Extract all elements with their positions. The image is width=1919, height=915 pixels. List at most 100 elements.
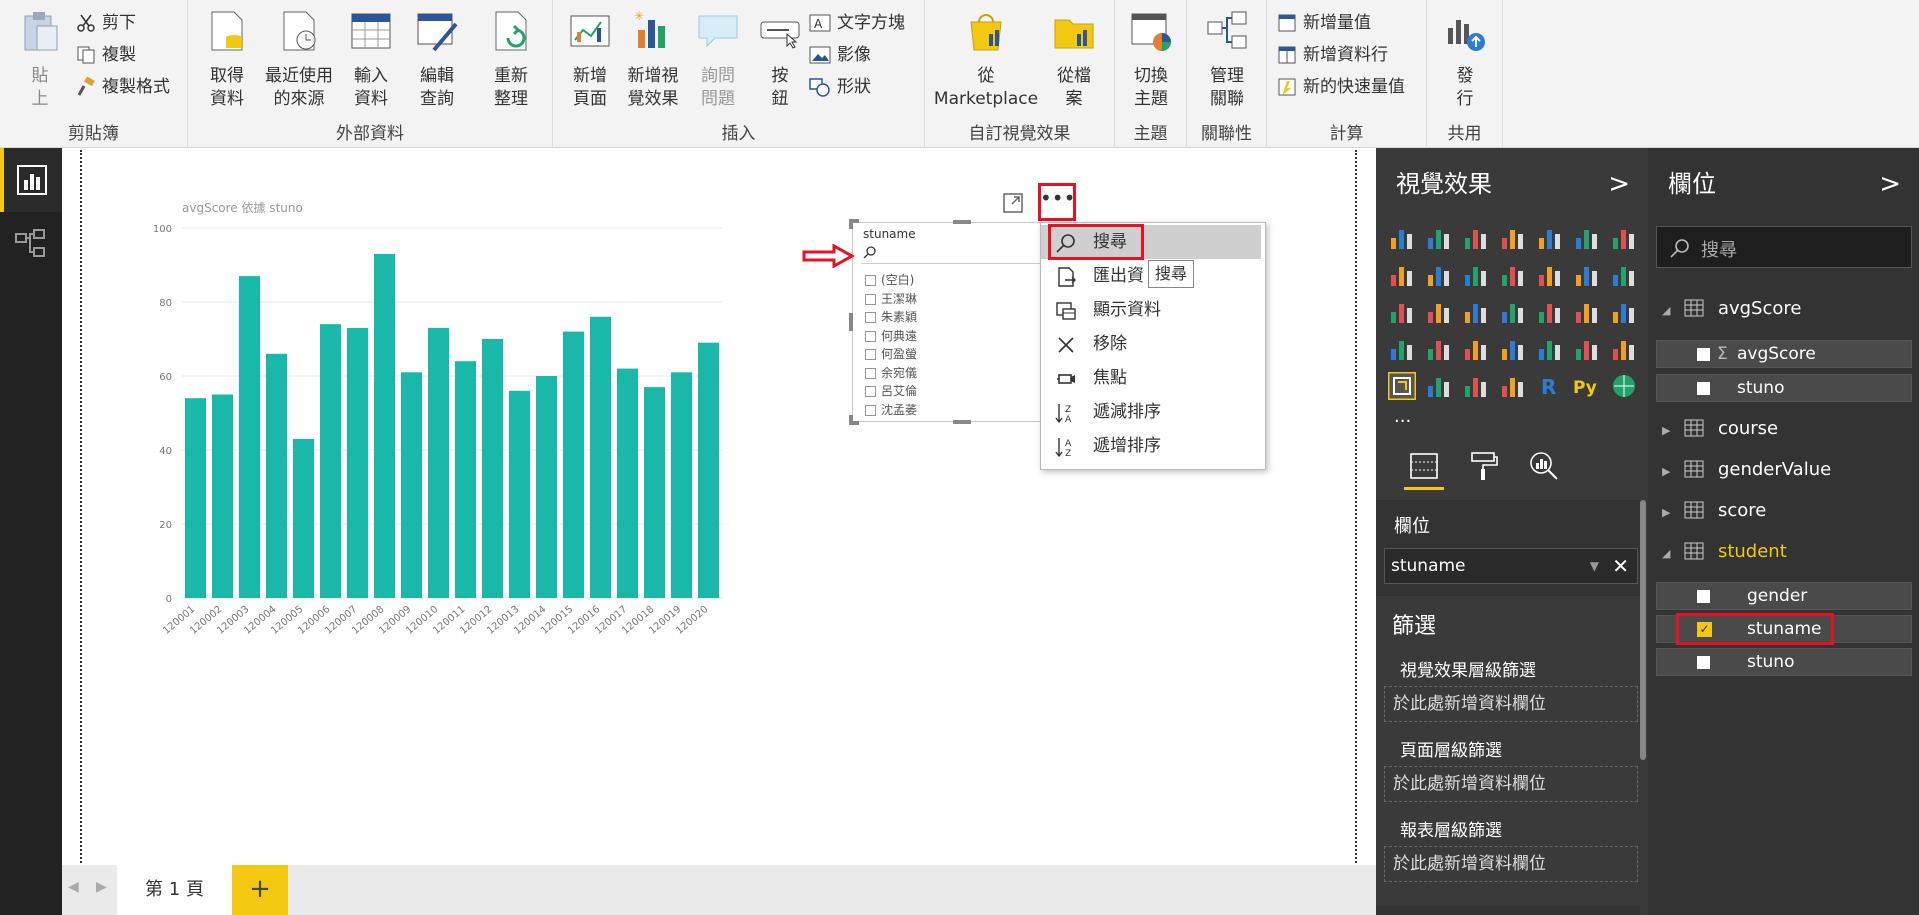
visual-type-icon[interactable] bbox=[1499, 335, 1527, 363]
visual-type-icon[interactable] bbox=[1610, 335, 1638, 363]
slicer-visual[interactable]: stuname (空白) 王潔琳 朱素穎 何典遠 何盈螢 余宛儀 呂艾倫 沈孟萎 bbox=[849, 219, 1052, 425]
new-visual-button[interactable]: ✳ 新增視 覺效果 bbox=[619, 8, 687, 111]
slicer-resize-handle-corner-tl[interactable] bbox=[849, 219, 859, 229]
table-course[interactable]: ▶ course bbox=[1662, 418, 1778, 439]
slicer-item[interactable]: 呂艾倫 bbox=[863, 382, 917, 400]
focus-mode-icon[interactable] bbox=[1002, 192, 1024, 214]
visual-type-icon[interactable] bbox=[1499, 298, 1527, 326]
expand-gendervalue-icon[interactable]: ▶ bbox=[1662, 465, 1670, 478]
table-gendervalue[interactable]: ▶ genderValue bbox=[1662, 459, 1831, 480]
visual-type-icon[interactable] bbox=[1610, 298, 1638, 326]
bar[interactable] bbox=[481, 339, 504, 598]
refresh-button[interactable]: 重新 整理 bbox=[480, 8, 542, 111]
report-view-button[interactable] bbox=[0, 148, 62, 212]
bar[interactable] bbox=[535, 376, 558, 598]
switch-theme-button[interactable]: 切換 主題 bbox=[1119, 8, 1183, 111]
bar-chart[interactable]: avgScore 依據 stuno02040608010012000112000… bbox=[122, 198, 742, 698]
slicer-resize-handle-corner-bl[interactable] bbox=[849, 415, 859, 425]
visual-type-icon[interactable] bbox=[1536, 261, 1564, 289]
bar[interactable] bbox=[346, 327, 369, 598]
bar[interactable] bbox=[427, 327, 450, 598]
field-avgscore-stuno[interactable]: stuno bbox=[1656, 374, 1912, 402]
cut-button[interactable]: 剪下 bbox=[76, 8, 136, 38]
slicer-resize-handle-left[interactable] bbox=[849, 313, 853, 331]
visual-type-icon[interactable] bbox=[1573, 298, 1601, 326]
field-dropdown-icon[interactable]: ▼ bbox=[1590, 549, 1599, 583]
bar[interactable] bbox=[373, 253, 396, 598]
copy-button[interactable]: 複製 bbox=[76, 40, 136, 70]
page-tab-1[interactable]: 第 1 頁 bbox=[117, 865, 232, 915]
collapse-fields-chevron-icon[interactable]: > bbox=[1879, 148, 1901, 220]
visual-type-icon[interactable] bbox=[1425, 372, 1453, 400]
menu-item-sort-descending[interactable]: ZA 遞減排序 bbox=[1041, 395, 1261, 429]
next-page-arrow[interactable]: ▶ bbox=[96, 879, 107, 895]
more-visuals-button[interactable]: ... bbox=[1394, 406, 1411, 427]
prev-page-arrow[interactable]: ◀ bbox=[68, 879, 79, 895]
slicer-item[interactable]: 何盈螢 bbox=[863, 345, 917, 363]
tab-analytics[interactable] bbox=[1524, 446, 1564, 490]
visual-type-icon[interactable] bbox=[1425, 261, 1453, 289]
bar[interactable] bbox=[697, 342, 720, 598]
from-marketplace-button[interactable]: 從 Marketplace bbox=[931, 8, 1041, 111]
tab-format[interactable] bbox=[1464, 446, 1504, 490]
manage-relationships-button[interactable]: 管理 關聯 bbox=[1195, 8, 1259, 111]
slicer-item[interactable]: 何典遠 bbox=[863, 327, 917, 345]
format-painter-button[interactable]: 複製格式 bbox=[76, 72, 170, 102]
add-page-button[interactable]: + bbox=[232, 865, 288, 915]
slicer-item[interactable]: 王潔琳 bbox=[863, 290, 917, 308]
paste-button[interactable]: 貼 上 bbox=[10, 8, 70, 111]
ask-question-button[interactable]: 詢問 問題 bbox=[687, 8, 749, 111]
menu-item-sort-ascending[interactable]: AZ 遞增排序 bbox=[1041, 429, 1261, 463]
fields-well-item[interactable]: stuname ▼ ✕ bbox=[1384, 548, 1638, 584]
enter-data-button[interactable]: 輸入 資料 bbox=[340, 8, 402, 111]
edit-queries-button[interactable]: 編輯 查詢 bbox=[406, 8, 468, 111]
textbox-button[interactable]: A 文字方塊 bbox=[809, 8, 905, 38]
table-avgscore[interactable]: ◢ avgScore bbox=[1662, 298, 1801, 319]
visual-type-icon[interactable] bbox=[1388, 335, 1416, 363]
visual-type-icon[interactable] bbox=[1499, 372, 1527, 400]
field-student-gender[interactable]: gender bbox=[1656, 582, 1912, 610]
relationship-view-button[interactable] bbox=[0, 220, 62, 270]
visual-type-icon[interactable] bbox=[1388, 372, 1416, 400]
visual-type-icon[interactable] bbox=[1610, 224, 1638, 252]
slicer-resize-handle-top[interactable] bbox=[953, 220, 971, 224]
shapes-button[interactable]: 形狀 bbox=[809, 72, 871, 102]
visual-type-icon[interactable] bbox=[1462, 298, 1490, 326]
visual-level-filters-dropzone[interactable]: 於此處新增資料欄位 bbox=[1384, 686, 1638, 722]
from-file-button[interactable]: 從檔 案 bbox=[1043, 8, 1105, 111]
bar[interactable] bbox=[589, 316, 612, 598]
checkbox-student-stuno[interactable] bbox=[1697, 656, 1710, 669]
visual-type-icon[interactable] bbox=[1499, 224, 1527, 252]
slicer-item[interactable]: 余宛儀 bbox=[863, 364, 917, 382]
publish-button[interactable]: 發 行 bbox=[1435, 8, 1495, 111]
page-level-filters-dropzone[interactable]: 於此處新增資料欄位 bbox=[1384, 766, 1638, 802]
bar[interactable] bbox=[319, 324, 342, 598]
visual-type-icon[interactable] bbox=[1536, 224, 1564, 252]
new-quick-measure-button[interactable]: 新的快速量值 bbox=[1277, 72, 1405, 102]
remove-field-icon[interactable]: ✕ bbox=[1612, 549, 1629, 583]
report-canvas[interactable]: avgScore 依據 stuno 0 20 40 60 80 100 120001 12000… bbox=[62, 148, 1376, 915]
visual-type-icon[interactable] bbox=[1610, 261, 1638, 289]
visual-type-icon[interactable] bbox=[1573, 335, 1601, 363]
slicer-search-icon[interactable] bbox=[863, 245, 877, 259]
collapse-visualizations-chevron-icon[interactable]: > bbox=[1608, 148, 1630, 220]
bar[interactable] bbox=[454, 361, 477, 598]
bar[interactable] bbox=[238, 276, 261, 598]
visual-type-icon[interactable] bbox=[1425, 224, 1453, 252]
new-column-button[interactable]: 新增資料行 bbox=[1277, 40, 1388, 70]
visual-type-icon[interactable] bbox=[1573, 261, 1601, 289]
visual-type-icon[interactable] bbox=[1536, 335, 1564, 363]
checkbox-avgscore[interactable] bbox=[1697, 348, 1710, 361]
expand-course-icon[interactable]: ▶ bbox=[1662, 424, 1670, 437]
slicer-resize-handle-bottom[interactable] bbox=[953, 420, 971, 424]
checkbox-avgscore-stuno[interactable] bbox=[1697, 382, 1710, 395]
visual-type-icon[interactable]: R bbox=[1536, 372, 1564, 400]
visual-type-icon[interactable] bbox=[1388, 298, 1416, 326]
image-button[interactable]: 影像 bbox=[809, 40, 871, 70]
bar[interactable] bbox=[562, 331, 585, 598]
table-score[interactable]: ▶ score bbox=[1662, 500, 1766, 521]
checkbox-gender[interactable] bbox=[1697, 590, 1710, 603]
vizpane-scrollbar[interactable] bbox=[1640, 500, 1646, 760]
bar[interactable] bbox=[400, 372, 423, 598]
tab-fields[interactable] bbox=[1404, 446, 1444, 490]
